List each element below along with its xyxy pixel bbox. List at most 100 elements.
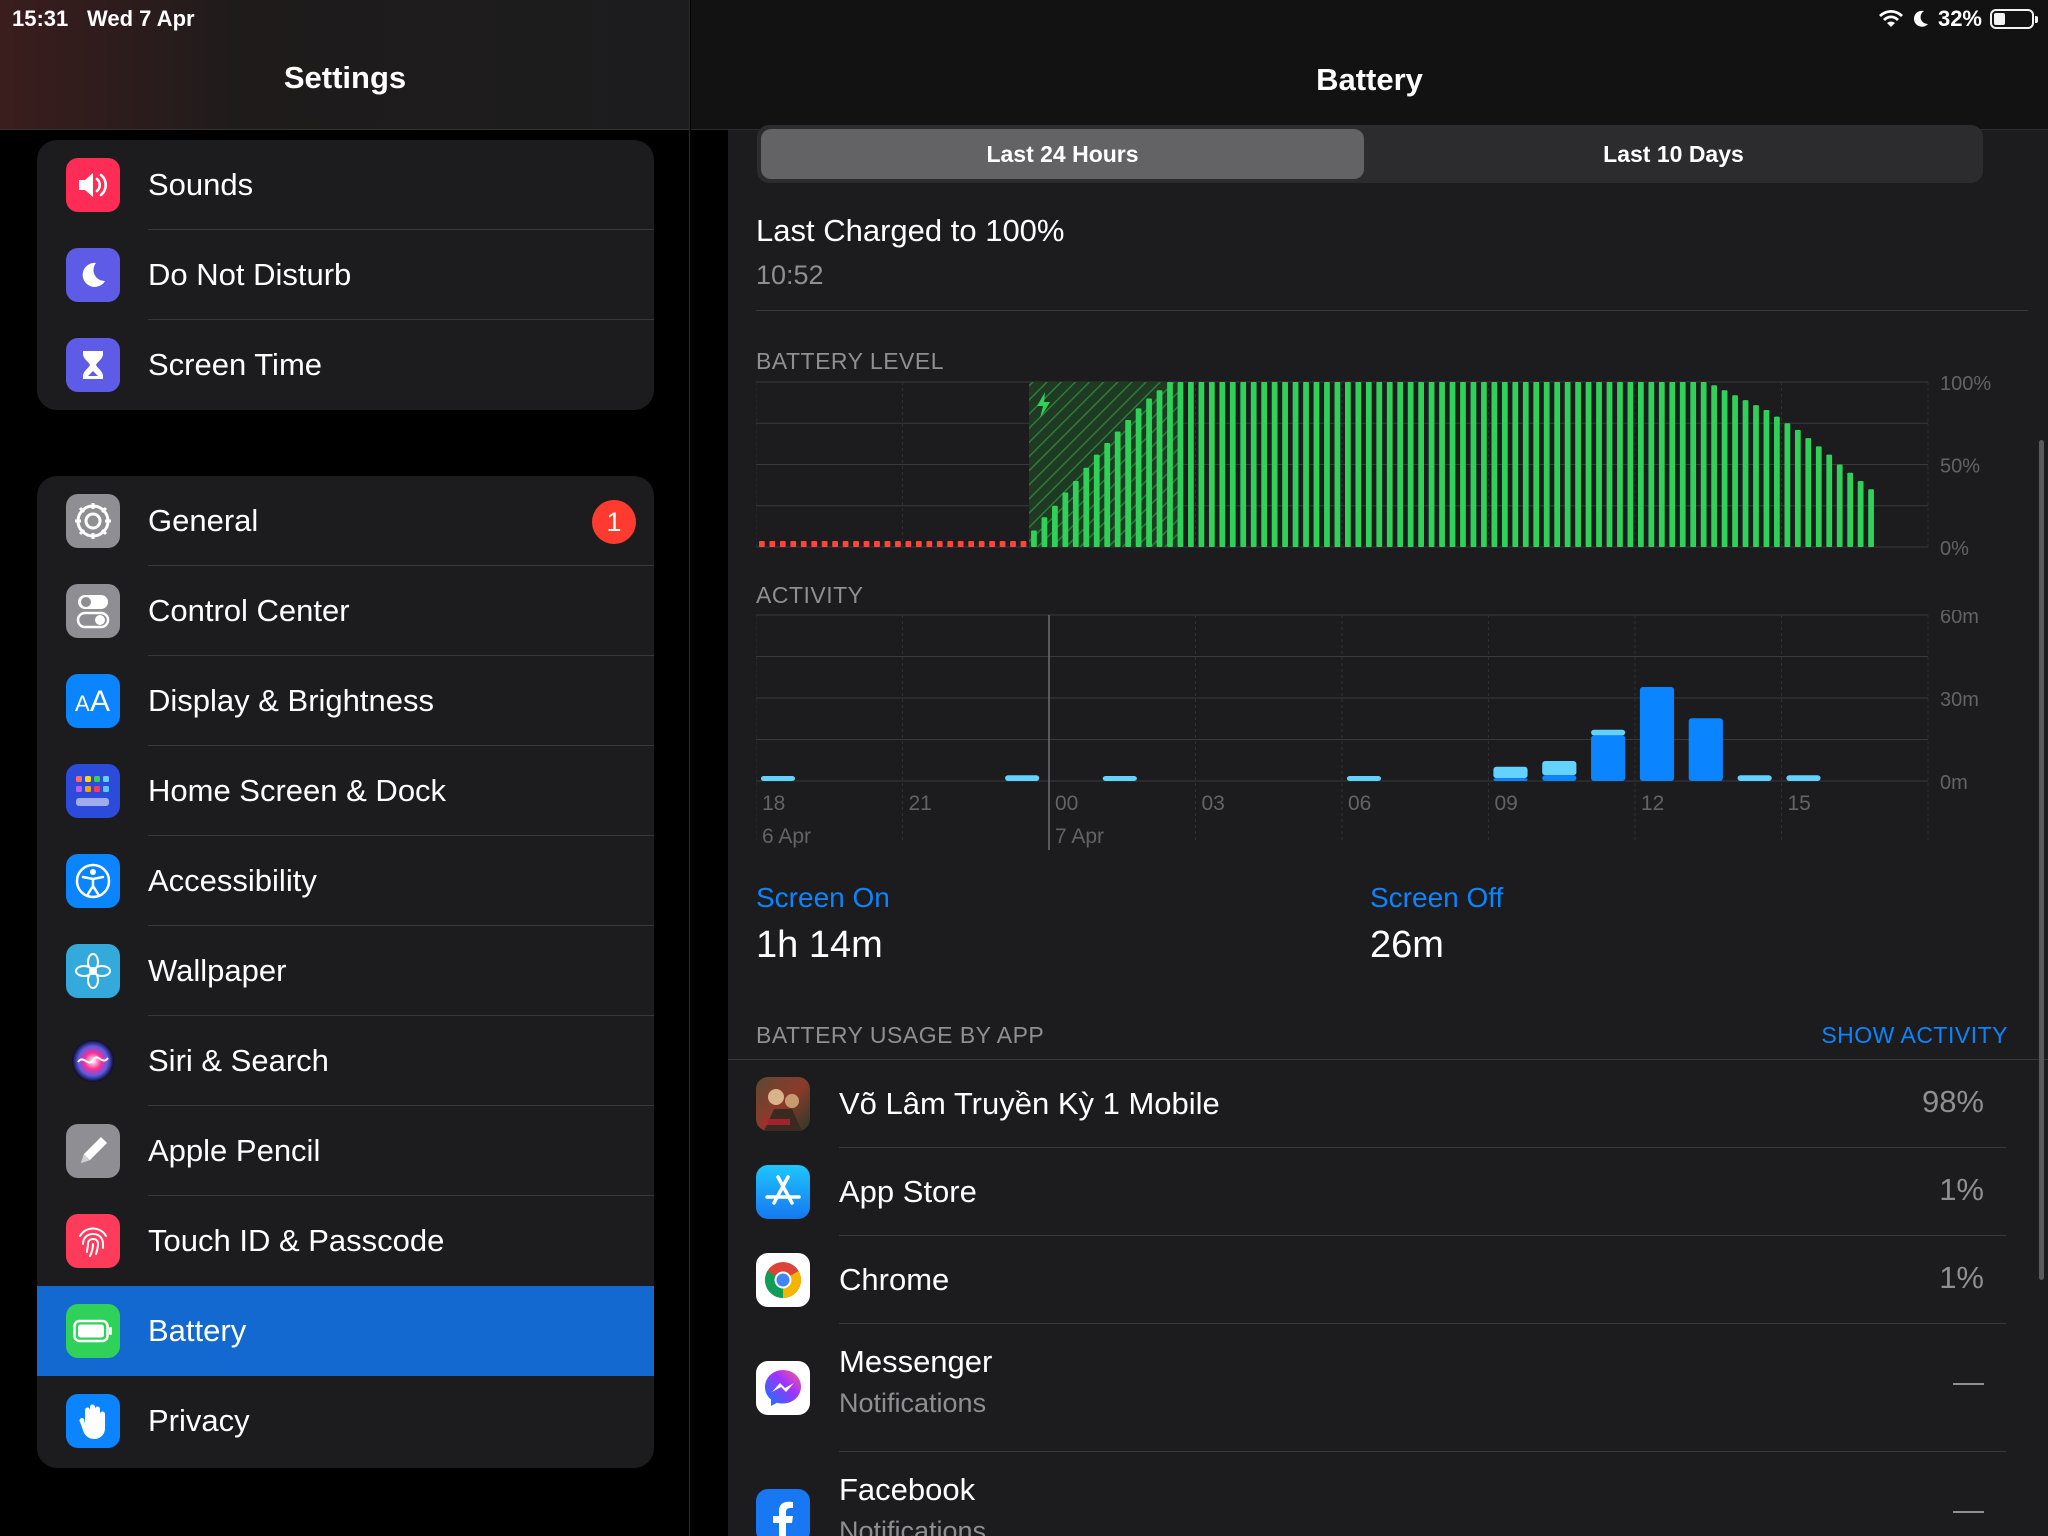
battery-level-bar (1083, 467, 1090, 547)
battery-level-bar (1617, 382, 1623, 547)
activity-bar-screen-off (1542, 761, 1577, 776)
sidebar-item-screen-time[interactable]: Screen Time (37, 320, 654, 410)
activity-bar-screen-off (1493, 766, 1528, 779)
sidebar-item-battery[interactable]: Battery (37, 1286, 654, 1376)
show-activity-button[interactable]: SHOW ACTIVITY (1821, 1022, 2008, 1049)
segment-last-10-days[interactable]: Last 10 Days (1368, 129, 1979, 179)
battery-level-bar (1491, 382, 1498, 547)
battery-level-bar (1596, 382, 1602, 547)
sidebar-item-wallpaper[interactable]: Wallpaper (37, 926, 654, 1016)
battery-status-icon (1990, 9, 2038, 29)
battery-level-bar (957, 541, 964, 547)
battery-level-bar (926, 541, 933, 547)
battery-level-bar (1031, 530, 1037, 547)
battery-level-bar (1658, 382, 1665, 547)
sidebar-item-siri-search[interactable]: Siri & Search (37, 1016, 654, 1106)
battery-level-bar (1868, 489, 1874, 547)
sidebar-item-touch-id-passcode[interactable]: Touch ID & Passcode (37, 1196, 654, 1286)
battery-level-bar (1104, 443, 1111, 547)
y-tick-label: 0m (1940, 772, 1968, 794)
battery-level-bar (1470, 382, 1477, 547)
battery-level-bar (1334, 382, 1341, 547)
screen-on-label: Screen On (756, 882, 890, 913)
battery-level-bar (1282, 382, 1288, 547)
battery-level-bar (1721, 390, 1728, 547)
sidebar-item-general[interactable]: General 1 (37, 476, 654, 566)
battery-icon (66, 1304, 120, 1358)
sidebar-title: Settings (283, 60, 407, 95)
battery-level-bar (1512, 382, 1519, 547)
usage-by-app-header: BATTERY USAGE BY APP (756, 1022, 1045, 1048)
battery-level-bar (1533, 382, 1540, 547)
battery-level-bar (1669, 382, 1676, 547)
app-usage-row[interactable]: App Store 1% (756, 1148, 2006, 1236)
app-usage-row[interactable]: Chrome 1% (756, 1236, 2006, 1324)
app-name: Võ Lâm Truyền Kỳ 1 Mobile (839, 1086, 1220, 1121)
activity-bar-screen-on (1639, 686, 1675, 781)
activity-title: ACTIVITY (756, 582, 864, 608)
sidebar-item-display-brightness[interactable]: A A Display & Brightness (37, 656, 654, 746)
battery-level-bar (853, 541, 859, 547)
chrome-icon (756, 1253, 810, 1307)
hourglass-icon (66, 338, 120, 392)
detail-title: Battery (1316, 62, 1423, 97)
activity-bar-screen-off (1591, 729, 1626, 736)
battery-level-bar (1439, 382, 1445, 547)
sidebar-item-do-not-disturb[interactable]: Do Not Disturb (37, 230, 654, 320)
battery-level-bar (1261, 382, 1268, 547)
app-usage-row[interactable]: Messenger Notifications — (756, 1324, 2006, 1452)
sidebar-item-label: Wallpaper (148, 953, 287, 988)
activity-bar-screen-on (1591, 735, 1626, 781)
app-usage-row[interactable]: Võ Lâm Truyền Kỳ 1 Mobile 98% (756, 1060, 2006, 1148)
battery-level-bar (1627, 382, 1634, 547)
battery-level-bar (1690, 382, 1697, 547)
battery-level-bar (1805, 438, 1812, 547)
battery-level-bar (978, 541, 985, 547)
battery-level-bar (1010, 541, 1016, 547)
battery-level-bar (895, 541, 901, 547)
activity-chart: 60m 30m 0m 18 6 Apr 21 00 7 Apr 03 06 09 12 15 (756, 610, 1979, 850)
sidebar-item-sounds[interactable]: Sounds (37, 140, 654, 230)
last-charged-label: Last Charged to 100% (756, 213, 1065, 248)
battery-level-bar (1826, 454, 1833, 547)
battery-level-bar (759, 541, 765, 547)
app-name: App Store (839, 1174, 977, 1209)
app-usage-percent: 98% (1921, 1084, 1984, 1119)
screen-on-value: 1h 14m (756, 924, 883, 966)
battery-level-bar (1679, 382, 1686, 547)
sidebar-item-accessibility[interactable]: Accessibility (37, 836, 654, 926)
battery-level-bar (1188, 382, 1194, 547)
app-name: Messenger (839, 1344, 993, 1379)
battery-level-bar (1313, 382, 1320, 547)
status-date: Wed 7 Apr (87, 6, 195, 31)
battery-level-bar (1638, 382, 1644, 547)
battery-level-title: BATTERY LEVEL (756, 348, 945, 374)
battery-level-bar (779, 541, 786, 547)
scrollbar[interactable] (2039, 440, 2044, 1280)
screen-off-value: 26m (1370, 924, 1444, 966)
sidebar-item-privacy[interactable]: Privacy (37, 1376, 654, 1466)
segment-last-24-hours[interactable]: Last 24 Hours (761, 129, 1364, 179)
battery-level-bar (1167, 382, 1173, 547)
x-tick-label: 12 (1641, 792, 1664, 815)
sidebar-item-home-screen-dock[interactable]: Home Screen & Dock (37, 746, 654, 836)
sidebar-item-apple-pencil[interactable]: Apple Pencil (37, 1106, 654, 1196)
y-tick-label: 50% (1940, 456, 1980, 478)
battery-level-bar (1093, 454, 1100, 547)
app-usage-row[interactable]: Facebook Notifications — (756, 1452, 2006, 1536)
moon-status-icon (1913, 10, 1928, 27)
battery-level-bar (1815, 446, 1822, 547)
battery-level-bar (1052, 505, 1058, 547)
activity-bar-screen-on (1542, 775, 1577, 781)
sidebar-item-control-center[interactable]: Control Center (37, 566, 654, 656)
x-date-label: 6 Apr (762, 825, 811, 848)
sidebar-item-label: Display & Brightness (148, 683, 435, 718)
fingerprint-icon (66, 1214, 120, 1268)
battery-level-bar (1208, 382, 1215, 547)
activity-bar-screen-off (1737, 775, 1772, 781)
battery-level-bar (1575, 382, 1581, 547)
battery-level-bar (1732, 395, 1738, 547)
x-date-label: 7 Apr (1055, 825, 1104, 848)
settings-group-2: General 1 Control Center A A Display & Bright… (37, 476, 654, 1468)
battery-level-bar (769, 541, 776, 547)
